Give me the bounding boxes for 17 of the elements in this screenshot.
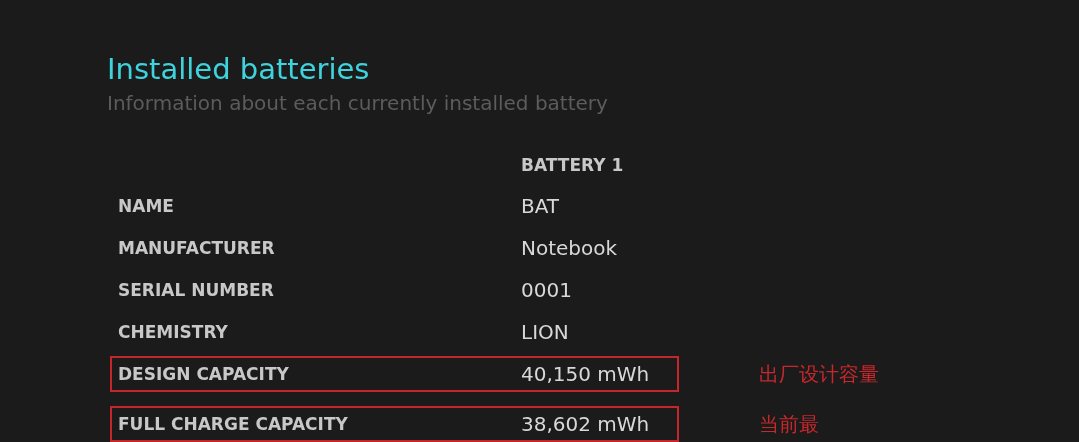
annotation-text: 当前最	[759, 410, 819, 438]
row-value: 40,150 mWh	[521, 362, 650, 386]
row-value: BAT	[521, 194, 560, 218]
row-value: 0001	[521, 278, 572, 302]
row-value: 38,602 mWh	[521, 412, 650, 436]
row-label: FULL CHARGE CAPACITY	[118, 414, 349, 434]
row-label: MANUFACTURER	[118, 238, 276, 258]
row-label: DESIGN CAPACITY	[118, 364, 290, 384]
row-value: LION	[521, 320, 569, 344]
section-title: Installed batteries	[107, 51, 371, 88]
annotation-text: 出厂设计容量	[759, 360, 879, 388]
row-label: SERIAL NUMBER	[118, 280, 275, 300]
column-header: BATTERY 1	[521, 155, 624, 175]
row-value: Notebook	[521, 236, 618, 260]
section-subtitle: Information about each currently installed battery	[107, 90, 609, 117]
row-label: NAME	[118, 196, 175, 216]
row-label: CHEMISTRY	[118, 322, 229, 342]
